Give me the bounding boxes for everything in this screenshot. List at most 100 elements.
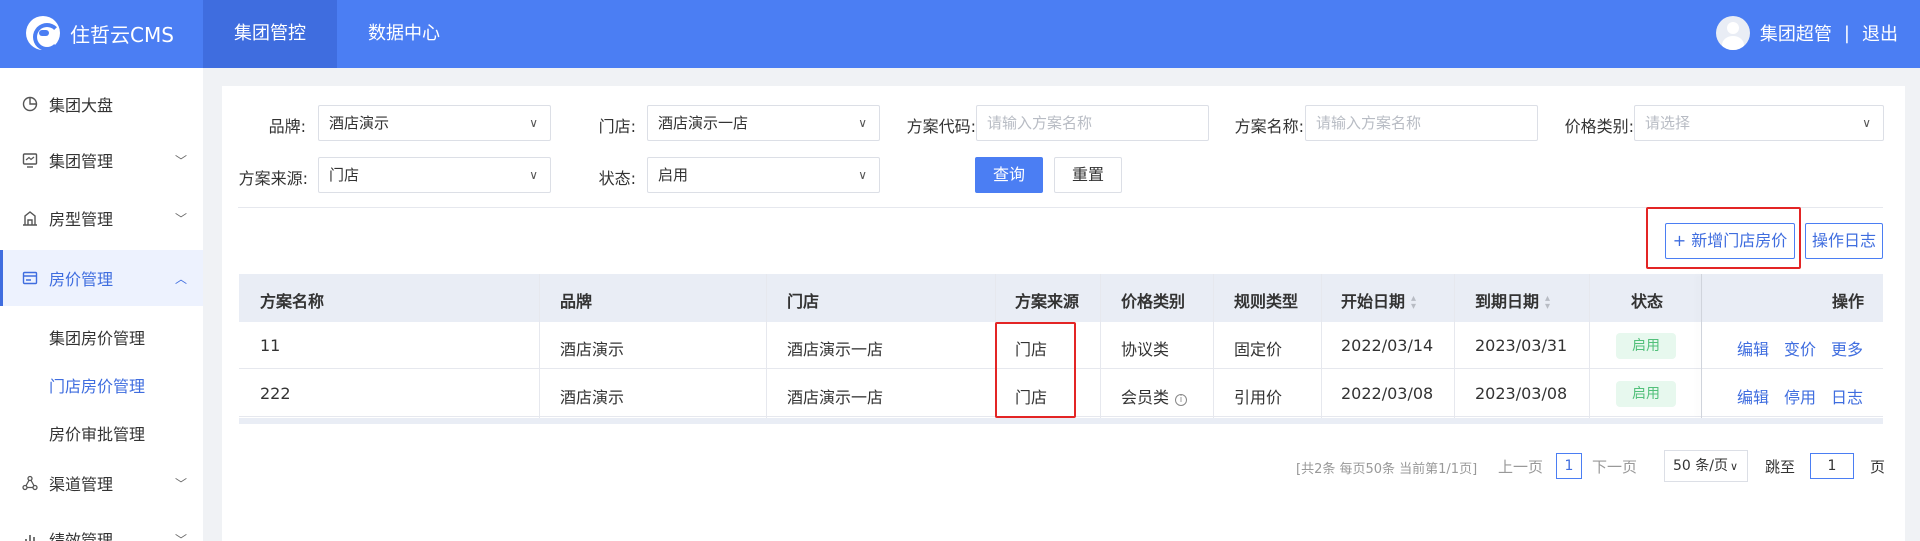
sidebar-subitem-price-approval[interactable]: 房价审批管理 bbox=[49, 421, 145, 445]
logout-link[interactable]: 退出 bbox=[1862, 20, 1898, 46]
cell-start-date: 2022/03/14 bbox=[1341, 336, 1434, 355]
operation-log-button[interactable]: 操作日志 bbox=[1805, 223, 1883, 259]
cell-rule-type: 固定价 bbox=[1234, 340, 1283, 359]
sidebar-item-channel[interactable]: 渠道管理 ﹀ bbox=[0, 455, 203, 511]
source-label: 方案来源: bbox=[238, 169, 308, 188]
column-divider bbox=[1100, 274, 1101, 418]
col-header-brand: 品牌 bbox=[560, 292, 593, 311]
change-price-link[interactable]: 变价 bbox=[1784, 336, 1816, 360]
column-divider bbox=[766, 274, 767, 418]
user-name[interactable]: 集团超管 bbox=[1760, 20, 1832, 46]
cell-price-type: 协议类 bbox=[1121, 340, 1170, 359]
monitor-icon bbox=[21, 151, 39, 169]
plan-name-label: 方案名称: bbox=[1234, 117, 1304, 136]
cell-end-date: 2023/03/08 bbox=[1475, 384, 1568, 403]
sidebar-item-room-type[interactable]: 房型管理 ﹀ bbox=[0, 190, 203, 246]
table-scrollbar[interactable] bbox=[239, 418, 1883, 424]
store-select[interactable]: 酒店演示一店 ∨ bbox=[647, 105, 880, 141]
sort-icon[interactable]: ▴ ▾ bbox=[1545, 293, 1550, 311]
top-bar: 住哲云CMS 集团管控 数据中心 集团超管 | 退出 bbox=[0, 0, 1920, 68]
query-button[interactable]: 查询 bbox=[975, 157, 1043, 193]
add-store-price-button[interactable]: + 新增门店房价 bbox=[1665, 223, 1795, 259]
tab-data-center[interactable]: 数据中心 bbox=[337, 0, 471, 68]
chevron-up-icon: ︿ bbox=[174, 271, 187, 286]
col-header-plan-name: 方案名称 bbox=[260, 292, 325, 311]
column-divider bbox=[539, 274, 540, 418]
chart-icon bbox=[21, 530, 39, 541]
fixed-column-shadow bbox=[1701, 274, 1702, 418]
status-select[interactable]: 启用 ∨ bbox=[647, 157, 880, 193]
price-type-placeholder: 请选择 bbox=[1645, 114, 1691, 132]
store-label: 门店: bbox=[598, 117, 636, 136]
column-divider bbox=[1454, 274, 1455, 418]
chevron-down-icon: ∨ bbox=[529, 168, 538, 182]
page-size-select[interactable]: 50 条/页 ∨ bbox=[1664, 450, 1748, 482]
chevron-down-icon: ﹀ bbox=[174, 153, 187, 168]
disable-link[interactable]: 停用 bbox=[1784, 384, 1816, 408]
network-icon bbox=[21, 474, 39, 492]
reset-button[interactable]: 重置 bbox=[1054, 157, 1122, 193]
cell-end-date: 2023/03/31 bbox=[1475, 336, 1568, 355]
cell-rule-type: 引用价 bbox=[1234, 388, 1283, 407]
info-icon[interactable]: i bbox=[1175, 394, 1188, 406]
page-number-current[interactable]: 1 bbox=[1556, 453, 1582, 479]
prev-page-button[interactable]: 上一页 bbox=[1498, 456, 1543, 477]
sidebar-item-performance[interactable]: 绩效管理 ﹀ bbox=[0, 511, 203, 541]
price-card-icon bbox=[21, 269, 39, 287]
chevron-down-icon: ﹀ bbox=[174, 532, 187, 541]
user-separator: | bbox=[1843, 22, 1850, 44]
sidebar-item-group-dashboard[interactable]: 集团大盘 bbox=[0, 76, 203, 132]
avatar[interactable] bbox=[1715, 16, 1750, 50]
pagination-summary: [共2条 每页50条 当前第1/1页] bbox=[1296, 462, 1478, 477]
chevron-down-icon: ∨ bbox=[858, 168, 867, 182]
store-select-value: 酒店演示一店 bbox=[658, 114, 749, 132]
app-name: 住哲云CMS bbox=[70, 22, 174, 47]
brand-select[interactable]: 酒店演示 ∨ bbox=[318, 105, 551, 141]
column-divider bbox=[1213, 274, 1214, 418]
edit-link[interactable]: 编辑 bbox=[1737, 336, 1769, 360]
more-link[interactable]: 更多 bbox=[1831, 336, 1863, 360]
user-area: 集团超管 | 退出 bbox=[1715, 16, 1898, 50]
column-divider bbox=[995, 274, 996, 418]
sidebar-subitem-group-price[interactable]: 集团房价管理 bbox=[49, 325, 145, 349]
source-select[interactable]: 门店 ∨ bbox=[318, 157, 551, 193]
col-header-start-date-label: 开始日期 bbox=[1341, 292, 1406, 311]
col-header-end-date[interactable]: 到期日期 ▴ ▾ bbox=[1475, 288, 1550, 312]
page-suffix: 页 bbox=[1870, 458, 1886, 476]
logo[interactable]: 住哲云CMS bbox=[26, 16, 174, 51]
sidebar-item-label: 集团大盘 bbox=[49, 96, 114, 115]
source-select-value: 门店 bbox=[329, 166, 360, 184]
sidebar: 集团大盘 集团管理 ﹀ 房型管理 ﹀ 房价管理 ︿ 集团房价管理 门店房价管理 … bbox=[0, 68, 203, 541]
col-header-start-date[interactable]: 开始日期 ▴ ▾ bbox=[1341, 288, 1416, 312]
status-select-value: 启用 bbox=[658, 166, 689, 184]
cell-plan-name: 11 bbox=[260, 336, 281, 355]
brand-select-value: 酒店演示 bbox=[329, 114, 390, 132]
logo-icon bbox=[26, 16, 61, 51]
plan-code-label: 方案代码: bbox=[906, 117, 976, 136]
sidebar-item-group-management[interactable]: 集团管理 ﹀ bbox=[0, 132, 203, 188]
status-badge: 启用 bbox=[1616, 333, 1676, 359]
sidebar-item-label: 绩效管理 bbox=[49, 531, 114, 541]
sidebar-subitem-store-price[interactable]: 门店房价管理 bbox=[49, 373, 145, 397]
sort-icon[interactable]: ▴ ▾ bbox=[1411, 293, 1416, 311]
sidebar-item-room-price[interactable]: 房价管理 ︿ bbox=[0, 250, 203, 306]
column-divider bbox=[1589, 274, 1590, 418]
cell-start-date: 2022/03/08 bbox=[1341, 384, 1434, 403]
cell-source: 门店 bbox=[1015, 340, 1048, 359]
price-type-select[interactable]: 请选择 ∨ bbox=[1634, 105, 1884, 141]
next-page-button[interactable]: 下一页 bbox=[1592, 456, 1637, 477]
tab-group-control[interactable]: 集团管控 bbox=[203, 0, 337, 68]
cell-store: 酒店演示一店 bbox=[787, 340, 884, 359]
sidebar-item-label: 房型管理 bbox=[49, 210, 114, 229]
chevron-down-icon: ∨ bbox=[1862, 116, 1871, 130]
plan-code-input[interactable]: 请输入方案名称 bbox=[976, 105, 1209, 141]
chevron-down-icon: ∨ bbox=[1729, 460, 1739, 473]
edit-link[interactable]: 编辑 bbox=[1737, 384, 1769, 408]
jump-page-input[interactable]: 1 bbox=[1810, 453, 1854, 479]
log-link[interactable]: 日志 bbox=[1831, 384, 1863, 408]
plan-name-input[interactable]: 请输入方案名称 bbox=[1305, 105, 1538, 141]
col-header-source: 方案来源 bbox=[1015, 292, 1080, 311]
status-badge: 启用 bbox=[1616, 381, 1676, 407]
cell-price-type-label: 会员类 bbox=[1121, 388, 1170, 407]
col-header-rule-type: 规则类型 bbox=[1234, 292, 1299, 311]
